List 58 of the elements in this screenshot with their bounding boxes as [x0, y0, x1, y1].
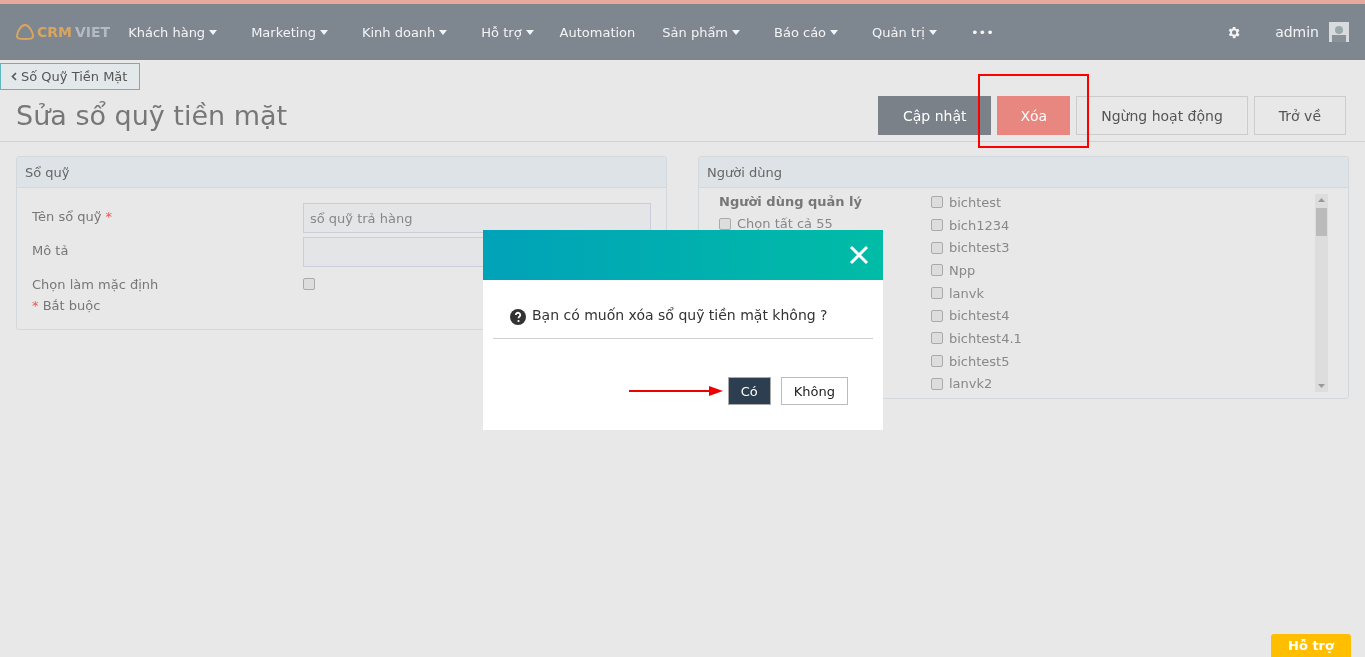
- nav-menu-item[interactable]: Sản phẩm: [662, 24, 741, 40]
- close-icon[interactable]: [849, 245, 869, 265]
- nav-menu-item[interactable]: Khách hàng: [128, 24, 218, 40]
- checkbox-label: bichtest: [949, 194, 1002, 210]
- nav-menu-item[interactable]: Automation: [559, 24, 636, 40]
- nav-menu-item[interactable]: Kinh doanh: [361, 24, 448, 40]
- required-mark: *: [32, 298, 39, 313]
- input-field[interactable]: sổ quỹ trả hàng: [303, 203, 651, 233]
- checkbox-label: bichtest3: [949, 240, 1010, 256]
- checkbox-label: lanvk: [949, 285, 985, 301]
- checkbox-label: bichtest4: [949, 308, 1010, 324]
- checkbox[interactable]: [931, 219, 943, 231]
- checkbox[interactable]: [931, 241, 943, 254]
- checkbox-label: Chọn tất cả 55: [737, 216, 833, 231]
- action-button[interactable]: Xóa: [997, 96, 1071, 135]
- chevron-left-icon: [11, 72, 17, 81]
- dialog-button[interactable]: Có: [727, 377, 771, 405]
- dialog-button[interactable]: Không: [780, 377, 848, 405]
- checkbox[interactable]: [931, 196, 943, 209]
- page-title: Sửa sổ quỹ tiền mặt: [16, 100, 288, 131]
- action-button[interactable]: Trở về: [1253, 96, 1346, 135]
- checkbox[interactable]: [931, 264, 943, 277]
- checkbox[interactable]: [931, 355, 943, 368]
- field-label: Tên sổ quỹ: [32, 208, 102, 226]
- panel-title: Người dùng: [699, 157, 1348, 188]
- nav-menu-item[interactable]: Quản trị: [872, 24, 937, 40]
- field-label: Chọn làm mặc định: [32, 276, 159, 294]
- dialog-message: Bạn có muốn xóa sổ quỹ tiền mặt không ?: [532, 307, 828, 323]
- field-label: Mô tả: [32, 242, 69, 260]
- required-note: Bắt buộc: [42, 298, 101, 313]
- checkbox[interactable]: [719, 217, 731, 230]
- checkbox-label: bichtest4.1: [949, 330, 1022, 346]
- nav-menu-item[interactable]: Marketing: [251, 24, 328, 40]
- logo-text: CRM: [37, 24, 72, 40]
- scrollbar[interactable]: [1315, 194, 1328, 392]
- nav-menu-item[interactable]: Báo cáo: [774, 24, 839, 40]
- user-name[interactable]: admin: [1275, 24, 1319, 40]
- checkbox[interactable]: [931, 332, 943, 345]
- nav-menu-item[interactable]: •••: [970, 24, 994, 40]
- back-link[interactable]: Số Quỹ Tiền Mặt: [0, 63, 141, 90]
- checkbox-label: Npp: [949, 262, 976, 278]
- required-mark: *: [105, 208, 113, 226]
- checkbox[interactable]: [303, 278, 315, 290]
- settings-icon[interactable]: [1226, 24, 1242, 40]
- checkbox-label: lanvk2: [949, 376, 993, 392]
- logo-icon: [16, 24, 34, 40]
- checkbox-label: bichtest5: [949, 353, 1010, 369]
- action-button[interactable]: Ngừng hoạt động: [1076, 96, 1248, 135]
- checkbox[interactable]: [931, 309, 943, 322]
- group-label: Người dùng quản lý: [719, 194, 864, 209]
- checkbox[interactable]: [931, 287, 943, 299]
- action-button[interactable]: Cập nhật: [877, 96, 992, 135]
- panel-title: Sổ quỹ: [17, 157, 666, 188]
- avatar-icon[interactable]: [1329, 22, 1349, 42]
- checkbox-label: bich1234: [949, 217, 1010, 233]
- nav-menu-item[interactable]: Hỗ trợ: [481, 24, 534, 40]
- checkbox[interactable]: [931, 377, 943, 390]
- question-icon: [510, 309, 526, 325]
